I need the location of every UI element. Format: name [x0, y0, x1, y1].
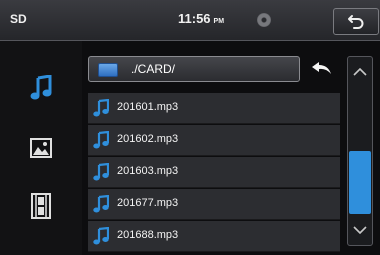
disc-icon	[257, 13, 271, 27]
file-list: 201601.mp3 201602.mp3 201603.mp3 201677.…	[88, 93, 340, 253]
file-name: 201602.mp3	[117, 133, 179, 145]
picture-icon	[30, 138, 52, 158]
photo-category-button[interactable]	[26, 133, 56, 163]
category-sidebar	[0, 41, 82, 255]
status-bar: SD 11:56 PM	[0, 0, 380, 41]
path-text: ./CARD/	[131, 62, 176, 76]
chevron-down-icon	[353, 226, 367, 234]
file-name: 201677.mp3	[117, 197, 179, 209]
chevron-up-icon	[353, 68, 367, 76]
up-folder-arrow-icon	[312, 62, 331, 74]
music-note-icon	[30, 75, 52, 100]
list-item[interactable]: 201688.mp3	[88, 221, 340, 252]
up-folder-button[interactable]	[304, 56, 340, 80]
clock: 11:56 PM	[178, 11, 224, 26]
clock-time: 11:56	[178, 11, 211, 26]
folder-icon	[98, 63, 118, 77]
path-bar[interactable]: ./CARD/	[88, 56, 300, 82]
file-name: 201688.mp3	[117, 229, 179, 241]
film-icon	[31, 193, 51, 219]
scroll-up-button[interactable]	[348, 59, 372, 85]
list-item[interactable]: 201677.mp3	[88, 189, 340, 220]
music-note-icon	[93, 131, 109, 149]
music-note-icon	[93, 99, 109, 117]
source-label: SD	[10, 12, 27, 26]
music-note-icon	[93, 195, 109, 213]
scroll-down-button[interactable]	[348, 217, 372, 243]
file-name: 201601.mp3	[117, 101, 179, 113]
return-icon	[348, 14, 364, 29]
list-item[interactable]: 201602.mp3	[88, 125, 340, 156]
music-category-button[interactable]	[26, 73, 56, 103]
scroll-thumb[interactable]	[349, 151, 371, 214]
scrollbar[interactable]	[347, 56, 373, 246]
music-note-icon	[93, 163, 109, 181]
clock-ampm: PM	[213, 18, 225, 25]
file-name: 201603.mp3	[117, 165, 179, 177]
video-category-button[interactable]	[26, 191, 56, 221]
list-item[interactable]: 201603.mp3	[88, 157, 340, 188]
back-button[interactable]	[333, 8, 379, 35]
music-note-icon	[93, 227, 109, 245]
list-item[interactable]: 201601.mp3	[88, 93, 340, 124]
